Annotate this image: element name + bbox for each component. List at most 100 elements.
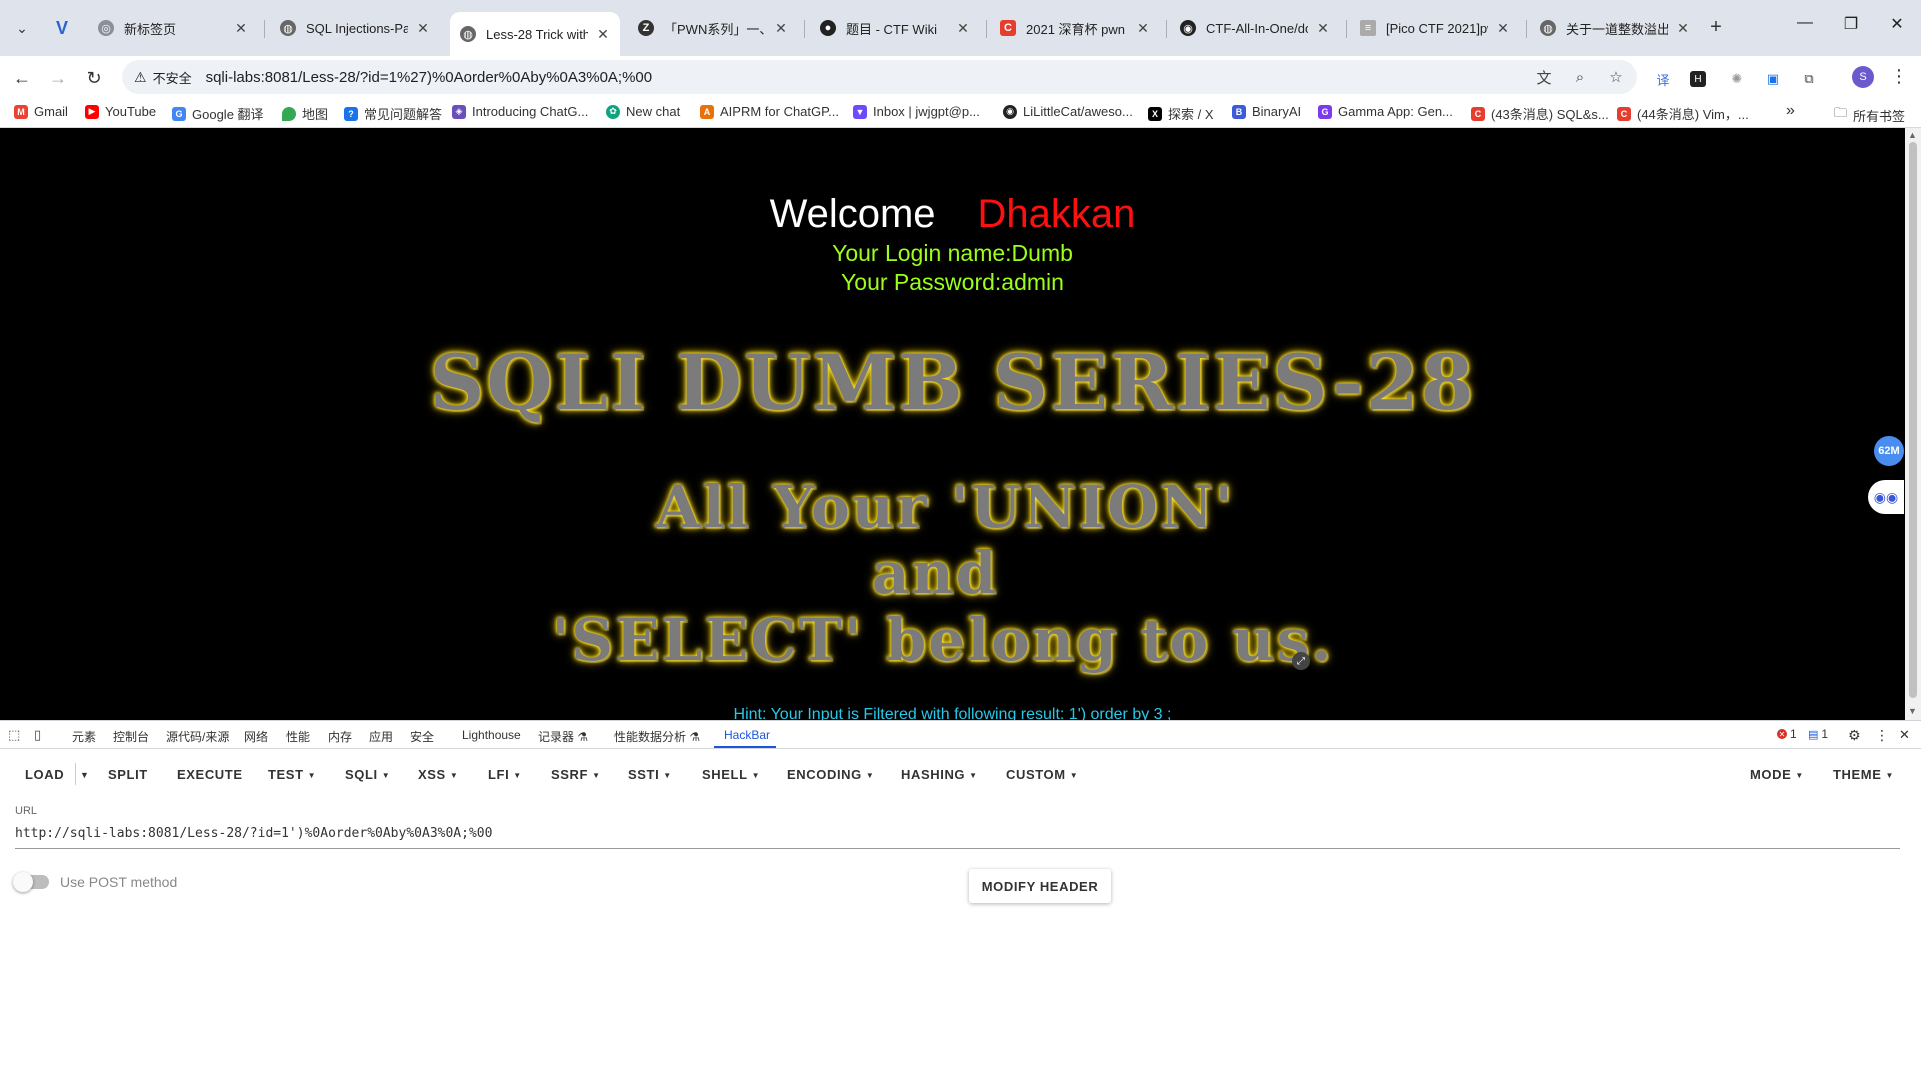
devtools-close-icon[interactable]: ✕ [1899, 727, 1910, 743]
tab-integer-overflow[interactable]: ◍ 关于一道整数溢出p ✕ [1530, 12, 1700, 44]
ssrf-menu-button[interactable]: SSRF ▼ [551, 767, 601, 782]
translate-page-icon[interactable]: 文 [1533, 66, 1555, 88]
devtools-tab-sources[interactable]: 源代码/来源 [166, 728, 229, 745]
bookmark-introducing-chatgpt[interactable]: ◈ Introducing ChatG... [452, 104, 588, 119]
devtools-tab-application[interactable]: 应用 [369, 728, 393, 745]
tab-close-icon[interactable]: ✕ [956, 20, 970, 37]
devtools-more-icon[interactable]: ⋮ [1875, 727, 1889, 744]
expand-image-icon[interactable]: ⤢ [1292, 652, 1310, 670]
devtools-tab-hackbar[interactable]: HackBar [724, 728, 770, 742]
xss-menu-button[interactable]: XSS ▼ [418, 767, 458, 782]
hackbar-url-input[interactable]: http://sqli-labs:8081/Less-28/?id=1')%0A… [15, 821, 1900, 849]
tab-close-icon[interactable]: ✕ [416, 20, 430, 37]
devtools-tab-recorder[interactable]: 记录器 ⚗ [538, 728, 588, 745]
url-text[interactable]: sqli-labs:8081/Less-28/?id=1%27)%0Aorder… [206, 69, 653, 86]
tab-new-tab[interactable]: ◎ 新标签页 ✕ [88, 12, 258, 44]
tab-close-icon[interactable]: ✕ [234, 20, 248, 37]
browser-menu-icon[interactable]: ⋮ [1890, 66, 1908, 87]
minimize-icon[interactable]: — [1790, 14, 1820, 32]
sqli-menu-button[interactable]: SQLI ▼ [345, 767, 390, 782]
error-counter[interactable]: ✕ 1 [1777, 727, 1797, 741]
reload-icon[interactable]: ↻ [80, 64, 108, 92]
scroll-down-arrow-icon[interactable]: ▼ [1908, 706, 1917, 716]
tab-ctf-all-in-one[interactable]: ◉ CTF-All-In-One/do ✕ [1170, 12, 1340, 44]
message-counter[interactable]: ▤ 1 [1808, 727, 1828, 741]
devtools-tab-perf-insights[interactable]: 性能数据分析 ⚗ [614, 728, 700, 745]
bookmark-google-translate[interactable]: G Google 翻译 [172, 104, 264, 123]
bookmark-star-icon[interactable]: ☆ [1605, 66, 1627, 88]
bookmark-aiprm[interactable]: A AIPRM for ChatGP... [700, 104, 839, 119]
devtools-tab-network[interactable]: 网络 [244, 728, 268, 745]
load-dropdown-caret-icon[interactable]: ▼ [80, 770, 90, 780]
split-button[interactable]: SPLIT [108, 767, 148, 782]
restore-icon[interactable]: ❐ [1836, 14, 1866, 34]
execute-button[interactable]: EXECUTE [177, 767, 243, 782]
theme-menu-button[interactable]: THEME ▼ [1833, 767, 1894, 782]
tab-close-icon[interactable]: ✕ [774, 20, 788, 37]
modify-header-button[interactable]: MODIFY HEADER [969, 869, 1111, 903]
device-toolbar-icon[interactable]: ▯ [34, 727, 41, 743]
more-bookmarks-chevron-icon[interactable]: » [1786, 102, 1795, 120]
tab-close-icon[interactable]: ✕ [1496, 20, 1510, 37]
tab-close-icon[interactable]: ✕ [1316, 20, 1330, 37]
mode-menu-button[interactable]: MODE ▼ [1750, 767, 1804, 782]
address-bar[interactable]: ⚠ 不安全 sqli-labs:8081/Less-28/?id=1%27)%0… [122, 60, 1637, 94]
inspect-element-icon[interactable]: ⬚ [8, 727, 20, 743]
bookmark-new-chat[interactable]: ✿ New chat [606, 104, 680, 119]
bookmark-faq[interactable]: ? 常见问题解答 [344, 104, 442, 123]
screen-extension-icon[interactable]: ▣ [1762, 68, 1784, 90]
hackbar-extension-icon[interactable]: H [1690, 71, 1706, 87]
shell-menu-button[interactable]: SHELL ▼ [702, 767, 760, 782]
extensions-puzzle-icon[interactable]: ⧉ [1798, 68, 1820, 90]
bookmark-gmail[interactable]: M Gmail [14, 104, 68, 119]
lfi-menu-button[interactable]: LFI ▼ [488, 767, 522, 782]
bookmark-maps[interactable]: 地图 [282, 104, 328, 123]
back-arrow-icon[interactable]: ← [8, 64, 36, 92]
load-button[interactable]: LOAD [25, 767, 64, 782]
devtools-tab-console[interactable]: 控制台 [113, 728, 149, 745]
scroll-up-arrow-icon[interactable]: ▲ [1908, 130, 1917, 140]
devtools-tab-elements[interactable]: 元素 [72, 728, 96, 745]
bookmark-gamma[interactable]: G Gamma App: Gen... [1318, 104, 1453, 119]
tab-close-icon[interactable]: ✕ [596, 26, 610, 43]
tab-close-icon[interactable]: ✕ [1676, 20, 1690, 37]
encoding-menu-button[interactable]: ENCODING ▼ [787, 767, 874, 782]
page-scrollbar[interactable]: ▲ ▼ [1905, 128, 1921, 720]
devtools-tab-performance[interactable]: 性能 [286, 728, 310, 745]
tab-pwn-series[interactable]: Z 「PWN系列」一、手 ✕ [628, 12, 798, 44]
pinned-tab-v-icon[interactable]: V [50, 16, 74, 40]
bookmark-binaryai[interactable]: B BinaryAI [1232, 104, 1301, 119]
gray-extension-icon[interactable]: ✺ [1726, 68, 1748, 90]
tab-close-icon[interactable]: ✕ [1136, 20, 1150, 37]
bookmark-lilittlecat[interactable]: ◉ LiLittleCat/aweso... [1003, 104, 1133, 119]
hashing-menu-button[interactable]: HASHING ▼ [901, 767, 978, 782]
tab-search-chevron-icon[interactable]: ⌄ [10, 16, 34, 40]
profile-avatar[interactable]: S [1852, 66, 1874, 88]
translate-extension-icon[interactable]: 译 [1652, 68, 1674, 90]
custom-menu-button[interactable]: CUSTOM ▼ [1006, 767, 1078, 782]
test-menu-button[interactable]: TEST ▼ [268, 767, 316, 782]
forward-arrow-icon[interactable]: → [44, 64, 72, 92]
memory-badge[interactable]: 62M [1874, 436, 1904, 466]
close-window-icon[interactable]: ✕ [1882, 14, 1912, 34]
bookmark-x-explore[interactable]: X 探索 / X [1148, 104, 1214, 123]
bookmark-csdn-sql[interactable]: C (43条消息) SQL&s... [1471, 104, 1609, 123]
devtools-tab-memory[interactable]: 内存 [328, 728, 352, 745]
scrollbar-thumb[interactable] [1909, 142, 1917, 698]
all-bookmarks-folder[interactable]: 🗀 所有书签 [1834, 104, 1905, 126]
new-tab-plus-icon[interactable]: + [1704, 16, 1728, 39]
assistant-bot-icon[interactable]: ◉◉ [1868, 480, 1904, 514]
tab-pico-ctf[interactable]: ≡ [Pico CTF 2021]pw ✕ [1350, 12, 1520, 44]
bookmark-youtube[interactable]: ▶ YouTube [85, 104, 156, 119]
tab-ctf-wiki[interactable]: ● 题目 - CTF Wiki ✕ [810, 12, 980, 44]
devtools-tab-security[interactable]: 安全 [410, 728, 434, 745]
bookmark-proton-inbox[interactable]: ▼ Inbox | jwjgpt@p... [853, 104, 980, 119]
tab-sql-injections[interactable]: ◍ SQL Injections-Pag ✕ [270, 12, 440, 44]
site-security-chip[interactable]: ⚠ 不安全 [134, 68, 192, 87]
devtools-settings-gear-icon[interactable]: ⚙ [1848, 727, 1861, 744]
zoom-icon[interactable]: ⌕ [1569, 66, 1591, 88]
devtools-tab-lighthouse[interactable]: Lighthouse [462, 728, 521, 742]
tab-shenyubei[interactable]: C 2021 深育杯 pwn c ✕ [990, 12, 1160, 44]
ssti-menu-button[interactable]: SSTI ▼ [628, 767, 672, 782]
bookmark-csdn-vim[interactable]: C (44条消息) Vim，... [1617, 104, 1749, 123]
